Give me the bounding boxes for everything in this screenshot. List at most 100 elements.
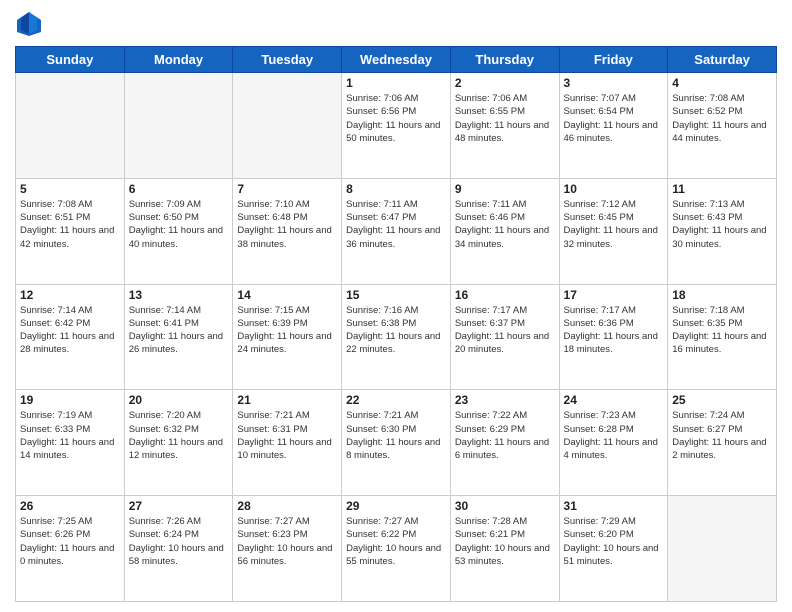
day-number: 23 xyxy=(455,393,555,407)
weekday-header-thursday: Thursday xyxy=(450,47,559,73)
day-number: 11 xyxy=(672,182,772,196)
calendar-cell: 30Sunrise: 7:28 AM Sunset: 6:21 PM Dayli… xyxy=(450,496,559,602)
calendar-cell: 8 Sunrise: 7:11 AM Sunset: 6:47 PM Daylig… xyxy=(342,178,451,284)
calendar-cell: 16 Sunrise: 7:17 AM Sunset: 6:37 PM Dayli… xyxy=(450,284,559,390)
day-info: Sunrise: 7:17 AM Sunset: 6:36 PM Dayligh… xyxy=(564,304,664,357)
calendar-cell: 1Sunrise: 7:06 AM Sunset: 6:56 PM Daylig… xyxy=(342,73,451,179)
day-number: 31 xyxy=(564,499,664,513)
calendar-cell: 28 Sunrise: 7:27 AM Sunset: 6:23 PM Dayli… xyxy=(233,496,342,602)
day-number: 4 xyxy=(672,76,772,90)
day-info: Sunrise: 7:09 AM Sunset: 6:50 PM Dayligh… xyxy=(129,198,229,251)
day-info: Sunrise: 7:22 AM Sunset: 6:29 PM Dayligh… xyxy=(455,409,555,462)
logo xyxy=(15,10,47,38)
day-info: Sunrise: 7:08 AM Sunset: 6:51 PM Dayligh… xyxy=(20,198,120,251)
day-info: Sunrise: 7:25 AM Sunset: 6:26 PM Dayligh… xyxy=(20,515,120,568)
day-number: 14 xyxy=(237,288,337,302)
calendar-cell: 5Sunrise: 7:08 AM Sunset: 6:51 PM Daylig… xyxy=(16,178,125,284)
weekday-header-monday: Monday xyxy=(124,47,233,73)
day-number: 26 xyxy=(20,499,120,513)
calendar-cell: 22 Sunrise: 7:21 AM Sunset: 6:30 PM Dayli… xyxy=(342,390,451,496)
week-row-4: 19 Sunrise: 7:19 AM Sunset: 6:33 PM Dayli… xyxy=(16,390,777,496)
day-number: 7 xyxy=(237,182,337,196)
day-number: 6 xyxy=(129,182,229,196)
day-info: Sunrise: 7:16 AM Sunset: 6:38 PM Dayligh… xyxy=(346,304,446,357)
day-number: 19 xyxy=(20,393,120,407)
calendar-cell: 26 Sunrise: 7:25 AM Sunset: 6:26 PM Dayli… xyxy=(16,496,125,602)
calendar-cell xyxy=(233,73,342,179)
calendar-cell: 13Sunrise: 7:14 AM Sunset: 6:41 PM Dayli… xyxy=(124,284,233,390)
calendar-cell: 18Sunrise: 7:18 AM Sunset: 6:35 PM Dayli… xyxy=(668,284,777,390)
day-info: Sunrise: 7:11 AM Sunset: 6:47 PM Dayligh… xyxy=(346,198,446,251)
day-number: 2 xyxy=(455,76,555,90)
weekday-header-wednesday: Wednesday xyxy=(342,47,451,73)
calendar-cell: 7 Sunrise: 7:10 AM Sunset: 6:48 PM Daylig… xyxy=(233,178,342,284)
day-info: Sunrise: 7:13 AM Sunset: 6:43 PM Dayligh… xyxy=(672,198,772,251)
day-info: Sunrise: 7:21 AM Sunset: 6:31 PM Dayligh… xyxy=(237,409,337,462)
day-number: 20 xyxy=(129,393,229,407)
day-number: 8 xyxy=(346,182,446,196)
calendar-cell: 29 Sunrise: 7:27 AM Sunset: 6:22 PM Dayli… xyxy=(342,496,451,602)
calendar-cell: 17 Sunrise: 7:17 AM Sunset: 6:36 PM Dayli… xyxy=(559,284,668,390)
day-info: Sunrise: 7:18 AM Sunset: 6:35 PM Dayligh… xyxy=(672,304,772,357)
week-row-1: 1Sunrise: 7:06 AM Sunset: 6:56 PM Daylig… xyxy=(16,73,777,179)
day-info: Sunrise: 7:06 AM Sunset: 6:55 PM Dayligh… xyxy=(455,92,555,145)
calendar-cell: 25 Sunrise: 7:24 AM Sunset: 6:27 PM Dayli… xyxy=(668,390,777,496)
logo-icon xyxy=(15,10,43,38)
day-number: 21 xyxy=(237,393,337,407)
calendar-cell: 14 Sunrise: 7:15 AM Sunset: 6:39 PM Dayli… xyxy=(233,284,342,390)
calendar-cell: 19 Sunrise: 7:19 AM Sunset: 6:33 PM Dayli… xyxy=(16,390,125,496)
day-info: Sunrise: 7:08 AM Sunset: 6:52 PM Dayligh… xyxy=(672,92,772,145)
day-number: 13 xyxy=(129,288,229,302)
day-info: Sunrise: 7:06 AM Sunset: 6:56 PM Dayligh… xyxy=(346,92,446,145)
weekday-header-tuesday: Tuesday xyxy=(233,47,342,73)
calendar-cell: 9 Sunrise: 7:11 AM Sunset: 6:46 PM Daylig… xyxy=(450,178,559,284)
day-info: Sunrise: 7:07 AM Sunset: 6:54 PM Dayligh… xyxy=(564,92,664,145)
day-info: Sunrise: 7:10 AM Sunset: 6:48 PM Dayligh… xyxy=(237,198,337,251)
calendar-cell: 4 Sunrise: 7:08 AM Sunset: 6:52 PM Daylig… xyxy=(668,73,777,179)
day-info: Sunrise: 7:24 AM Sunset: 6:27 PM Dayligh… xyxy=(672,409,772,462)
day-number: 3 xyxy=(564,76,664,90)
day-info: Sunrise: 7:27 AM Sunset: 6:23 PM Dayligh… xyxy=(237,515,337,568)
calendar-cell: 2 Sunrise: 7:06 AM Sunset: 6:55 PM Daylig… xyxy=(450,73,559,179)
day-number: 16 xyxy=(455,288,555,302)
day-number: 17 xyxy=(564,288,664,302)
page: SundayMondayTuesdayWednesdayThursdayFrid… xyxy=(0,0,792,612)
day-info: Sunrise: 7:15 AM Sunset: 6:39 PM Dayligh… xyxy=(237,304,337,357)
calendar-cell: 27 Sunrise: 7:26 AM Sunset: 6:24 PM Dayli… xyxy=(124,496,233,602)
header xyxy=(15,10,777,38)
calendar-cell: 11 Sunrise: 7:13 AM Sunset: 6:43 PM Dayli… xyxy=(668,178,777,284)
day-info: Sunrise: 7:28 AM Sunset: 6:21 PM Dayligh… xyxy=(455,515,555,568)
day-number: 25 xyxy=(672,393,772,407)
day-info: Sunrise: 7:21 AM Sunset: 6:30 PM Dayligh… xyxy=(346,409,446,462)
day-info: Sunrise: 7:19 AM Sunset: 6:33 PM Dayligh… xyxy=(20,409,120,462)
day-info: Sunrise: 7:27 AM Sunset: 6:22 PM Dayligh… xyxy=(346,515,446,568)
day-number: 22 xyxy=(346,393,446,407)
weekday-header-row: SundayMondayTuesdayWednesdayThursdayFrid… xyxy=(16,47,777,73)
week-row-5: 26 Sunrise: 7:25 AM Sunset: 6:26 PM Dayli… xyxy=(16,496,777,602)
day-number: 28 xyxy=(237,499,337,513)
day-number: 9 xyxy=(455,182,555,196)
weekday-header-saturday: Saturday xyxy=(668,47,777,73)
weekday-header-sunday: Sunday xyxy=(16,47,125,73)
calendar-cell: 20 Sunrise: 7:20 AM Sunset: 6:32 PM Dayli… xyxy=(124,390,233,496)
calendar-cell: 3 Sunrise: 7:07 AM Sunset: 6:54 PM Daylig… xyxy=(559,73,668,179)
day-number: 12 xyxy=(20,288,120,302)
weekday-header-friday: Friday xyxy=(559,47,668,73)
calendar-cell: 6 Sunrise: 7:09 AM Sunset: 6:50 PM Daylig… xyxy=(124,178,233,284)
day-info: Sunrise: 7:23 AM Sunset: 6:28 PM Dayligh… xyxy=(564,409,664,462)
day-info: Sunrise: 7:11 AM Sunset: 6:46 PM Dayligh… xyxy=(455,198,555,251)
day-info: Sunrise: 7:12 AM Sunset: 6:45 PM Dayligh… xyxy=(564,198,664,251)
day-info: Sunrise: 7:20 AM Sunset: 6:32 PM Dayligh… xyxy=(129,409,229,462)
day-info: Sunrise: 7:29 AM Sunset: 6:20 PM Dayligh… xyxy=(564,515,664,568)
day-info: Sunrise: 7:14 AM Sunset: 6:42 PM Dayligh… xyxy=(20,304,120,357)
calendar-cell: 23 Sunrise: 7:22 AM Sunset: 6:29 PM Dayli… xyxy=(450,390,559,496)
day-number: 24 xyxy=(564,393,664,407)
calendar-cell: 31 Sunrise: 7:29 AM Sunset: 6:20 PM Dayli… xyxy=(559,496,668,602)
calendar-cell xyxy=(124,73,233,179)
day-number: 29 xyxy=(346,499,446,513)
calendar-cell xyxy=(16,73,125,179)
day-info: Sunrise: 7:26 AM Sunset: 6:24 PM Dayligh… xyxy=(129,515,229,568)
day-info: Sunrise: 7:17 AM Sunset: 6:37 PM Dayligh… xyxy=(455,304,555,357)
day-number: 27 xyxy=(129,499,229,513)
calendar-cell: 12 Sunrise: 7:14 AM Sunset: 6:42 PM Dayli… xyxy=(16,284,125,390)
